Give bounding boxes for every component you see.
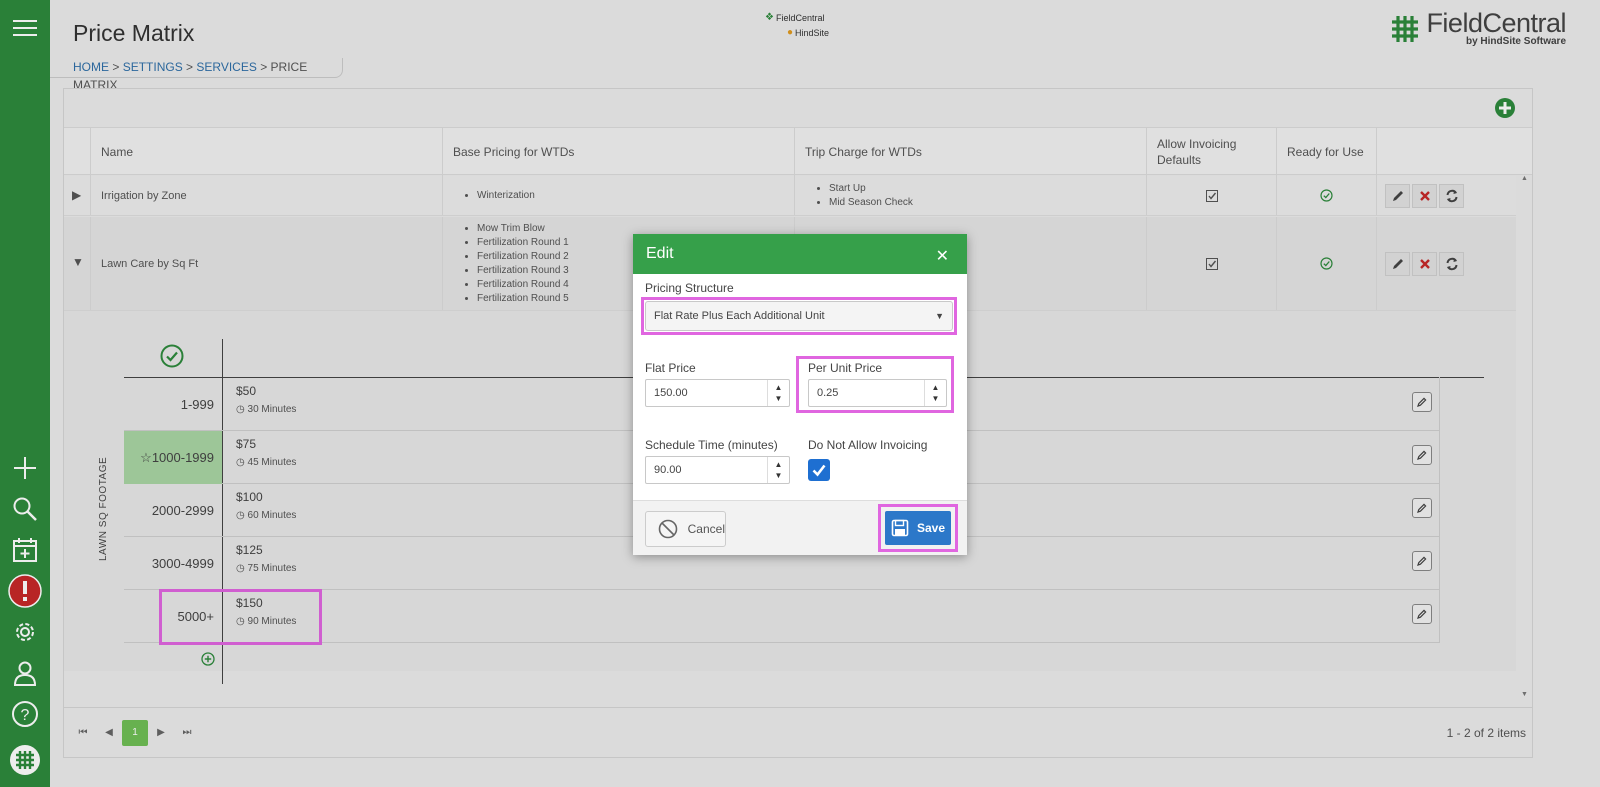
pricing-structure-label: Pricing Structure: [645, 281, 734, 295]
flat-price-label: Flat Price: [645, 361, 696, 375]
no-invoice-label: Do Not Allow Invoicing: [808, 438, 928, 452]
pricing-structure-value: Flat Rate Plus Each Additional Unit: [654, 310, 825, 322]
checkmark-icon: [812, 464, 826, 477]
per-unit-price-value: 0.25: [817, 387, 839, 399]
schedule-time-label: Schedule Time (minutes): [645, 438, 778, 452]
flat-price-stepper[interactable]: ▲ ▼: [767, 380, 789, 406]
cancel-button[interactable]: Cancel: [645, 511, 726, 547]
flat-price-input[interactable]: 150.00 ▲ ▼: [645, 379, 790, 407]
chevron-down-icon: ▼: [935, 311, 944, 321]
pricing-structure-select[interactable]: Flat Rate Plus Each Additional Unit ▼: [645, 301, 953, 331]
cancel-label: Cancel: [687, 522, 725, 536]
per-unit-price-label: Per Unit Price: [808, 361, 883, 375]
modal-title: Edit: [646, 245, 674, 262]
per-unit-price-stepper[interactable]: ▲ ▼: [924, 380, 946, 406]
schedule-time-stepper[interactable]: ▲ ▼: [767, 457, 789, 483]
modal-header: Edit ✕: [633, 234, 967, 274]
edit-modal: Edit ✕ Pricing Structure Flat Rate Plus …: [633, 234, 967, 555]
close-icon[interactable]: ✕: [936, 246, 949, 266]
per-unit-price-input[interactable]: 0.25 ▲ ▼: [808, 379, 947, 407]
no-invoice-checkbox[interactable]: [808, 459, 830, 481]
cancel-icon: [658, 519, 678, 539]
save-icon: [891, 519, 909, 537]
schedule-time-input[interactable]: 90.00 ▲ ▼: [645, 456, 790, 484]
modal-footer: Cancel Save: [633, 500, 967, 555]
schedule-time-value: 90.00: [654, 464, 682, 476]
flat-price-value: 150.00: [654, 387, 688, 399]
save-button[interactable]: Save: [885, 511, 951, 545]
save-label: Save: [916, 521, 946, 535]
